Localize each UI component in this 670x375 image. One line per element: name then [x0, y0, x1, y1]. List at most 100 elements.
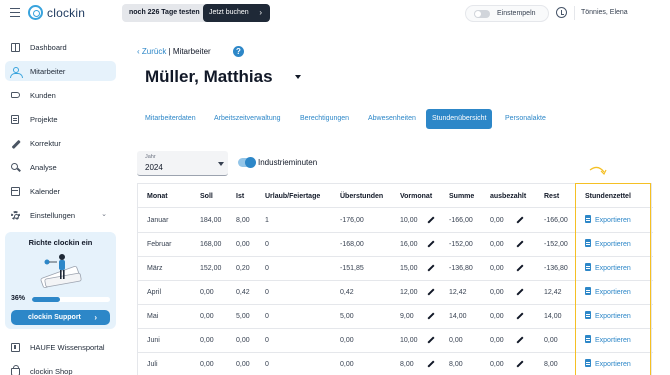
table-cell: 16,00	[400, 241, 418, 248]
analysis-icon	[11, 163, 18, 170]
user-name[interactable]: Tönnies, Elena	[581, 9, 628, 16]
table-cell: 0,00	[236, 241, 250, 248]
edit-pencil-icon[interactable]	[427, 264, 435, 272]
edit-pencil-icon[interactable]	[427, 336, 435, 344]
table-cell: 0,00	[200, 313, 214, 320]
history-icon[interactable]	[556, 7, 567, 18]
breadcrumb-current: Mitarbeiter	[172, 47, 211, 56]
support-button[interactable]: clockin Support ›	[11, 310, 110, 325]
edit-pencil-icon[interactable]	[516, 240, 524, 248]
table-cell: -166,00	[449, 217, 473, 224]
export-button[interactable]: Exportieren	[585, 335, 631, 344]
toggle-switch[interactable]	[474, 10, 490, 18]
sidebar-item-kalender[interactable]: Kalender	[5, 181, 116, 201]
divider	[574, 6, 575, 20]
document-icon	[585, 215, 591, 223]
sidebar-item-einstellungen[interactable]: Einstellungen ⌄	[5, 205, 116, 225]
tab-abwesenheiten[interactable]: Abwesenheiten	[368, 109, 416, 129]
book-icon	[11, 343, 20, 352]
table-row: April 0,00 0,42 0 0,42 12,00 12,42 0,00 12,42 Exp…	[138, 281, 653, 305]
tab-personalakte[interactable]: Personalakte	[505, 109, 546, 129]
export-label: Exportieren	[595, 361, 631, 368]
sidebar-item-korrektur[interactable]: Korrektur	[5, 133, 116, 153]
breadcrumb-separator: |	[168, 47, 171, 56]
table-cell: 8,00	[236, 217, 250, 224]
pencil-icon	[11, 139, 21, 149]
column-header: Soll	[200, 193, 213, 200]
year-select[interactable]: Jahr 2024	[137, 151, 228, 176]
table-cell: -152,00	[449, 241, 473, 248]
column-header: Summe	[449, 193, 475, 200]
table-cell: Januar	[147, 217, 169, 224]
table-cell: 1	[265, 217, 269, 224]
table-cell: 0,00	[449, 337, 463, 344]
table-cell: 0,00	[490, 265, 504, 272]
table-cell: -152,00	[544, 241, 568, 248]
export-button[interactable]: Exportieren	[585, 287, 631, 296]
table-cell: -176,00	[340, 217, 364, 224]
table-cell: 0	[265, 265, 269, 272]
caret-down-icon[interactable]	[295, 75, 301, 79]
export-button[interactable]: Exportieren	[585, 215, 631, 224]
export-button[interactable]: Exportieren	[585, 359, 631, 368]
hours-table: Monat Soll Ist Urlaub/Feiertage Überstunden V…	[137, 183, 653, 375]
edit-pencil-icon[interactable]	[427, 288, 435, 296]
logo[interactable]: clockin	[28, 5, 85, 20]
sidebar-item-dashboard[interactable]: Dashboard	[5, 37, 116, 57]
table-cell: Februar	[147, 241, 172, 248]
tab-stundenuebersicht[interactable]: Stundenübersicht	[426, 109, 493, 129]
sidebar-item-projekte[interactable]: Projekte	[5, 109, 116, 129]
sidebar-item-mitarbeiter[interactable]: Mitarbeiter	[5, 61, 116, 81]
table-cell: 5,00	[236, 313, 250, 320]
sidebar-item-haufe[interactable]: HAUFE Wissensportal	[5, 337, 116, 357]
edit-pencil-icon[interactable]	[427, 360, 435, 368]
sidebar-item-label: clockin Shop	[30, 367, 73, 375]
table-cell: 0,00	[236, 337, 250, 344]
table-cell: Juli	[147, 361, 158, 368]
table-cell: 0,00	[490, 313, 504, 320]
chevron-right-icon: ›	[259, 8, 262, 17]
table-cell: 0,20	[236, 265, 250, 272]
sidebar-item-shop[interactable]: clockin Shop	[5, 361, 116, 375]
export-button[interactable]: Exportieren	[585, 263, 631, 272]
year-select-value: 2024	[145, 163, 163, 172]
document-icon	[585, 335, 591, 343]
sidebar-item-kunden[interactable]: Kunden	[5, 85, 116, 105]
edit-pencil-icon[interactable]	[516, 312, 524, 320]
table-cell: 14,00	[449, 313, 467, 320]
table-cell: -136,80	[544, 265, 568, 272]
progress-percent: 36%	[11, 295, 26, 302]
table-cell: 14,00	[544, 313, 562, 320]
table-cell: 12,42	[449, 289, 467, 296]
edit-pencil-icon[interactable]	[516, 216, 524, 224]
edit-pencil-icon[interactable]	[516, 264, 524, 272]
table-cell: 0	[265, 313, 269, 320]
table-cell: 12,42	[544, 289, 562, 296]
edit-pencil-icon[interactable]	[516, 288, 524, 296]
setup-illustration	[40, 254, 82, 289]
table-row: Februar 168,00 0,00 0 -168,00 16,00 -152,00 0,0…	[138, 233, 653, 257]
edit-pencil-icon[interactable]	[516, 336, 524, 344]
back-link[interactable]: ‹ Zurück	[137, 47, 166, 56]
help-icon[interactable]: ?	[233, 46, 244, 57]
buy-now-label: Jetzt buchen	[209, 9, 249, 16]
trial-banner: noch 226 Tage testen Jetzt buchen ›	[122, 4, 270, 22]
edit-pencil-icon[interactable]	[427, 216, 435, 224]
table-cell: 0,42	[340, 289, 354, 296]
table-cell: 0,42	[236, 289, 250, 296]
sidebar-item-analyse[interactable]: Analyse	[5, 157, 116, 177]
edit-pencil-icon[interactable]	[427, 240, 435, 248]
export-button[interactable]: Exportieren	[585, 311, 631, 320]
edit-pencil-icon[interactable]	[516, 360, 524, 368]
clock-in-toggle[interactable]: Einstempeln	[465, 5, 549, 22]
export-button[interactable]: Exportieren	[585, 239, 631, 248]
tab-arbeitszeitverwaltung[interactable]: Arbeitszeitverwaltung	[214, 109, 281, 129]
buy-now-button[interactable]: Jetzt buchen ›	[203, 4, 270, 22]
industry-minutes-toggle[interactable]	[238, 157, 256, 168]
menu-icon[interactable]	[10, 8, 20, 18]
edit-pencil-icon[interactable]	[427, 312, 435, 320]
tab-berechtigungen[interactable]: Berechtigungen	[300, 109, 349, 129]
tab-mitarbeiterdaten[interactable]: Mitarbeiterdaten	[145, 109, 196, 129]
table-cell: 0,00	[490, 217, 504, 224]
sidebar-item-label: Kunden	[30, 91, 56, 100]
